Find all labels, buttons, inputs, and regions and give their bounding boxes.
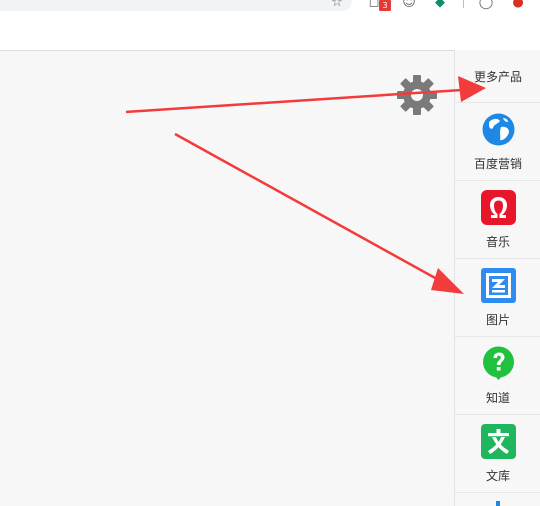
image-icon [481, 268, 516, 303]
vpn-icon[interactable]: ◆ [432, 0, 448, 10]
toolbar-divider [463, 0, 464, 8]
address-bar[interactable] [0, 0, 352, 11]
sidebar-item-label: 音乐 [485, 235, 510, 249]
star-icon[interactable]: ☆ [329, 0, 345, 10]
more-products-link[interactable]: 更多产品 [455, 50, 540, 103]
products-sidebar: 更多产品 百度营销 音乐 图片 知道 文库 [454, 50, 540, 506]
wenku-icon [481, 424, 516, 459]
profile-icon[interactable]: ◯ [478, 0, 494, 10]
globe-icon [482, 113, 515, 146]
question-icon [483, 346, 514, 380]
sidebar-item-marketing[interactable]: 百度营销 [455, 103, 540, 181]
emoji-icon[interactable]: ☺ [401, 0, 417, 10]
sidebar-item-zhidao[interactable]: 知道 [455, 337, 540, 415]
sidebar-item-images[interactable]: 图片 [455, 259, 540, 337]
extension-badge: 3 [379, 0, 391, 11]
music-omega-icon [481, 190, 516, 225]
sidebar-item-music[interactable]: 音乐 [455, 181, 540, 259]
next-item-icon [496, 501, 500, 506]
sidebar-item-label: 图片 [485, 313, 510, 327]
sidebar-item-label: 知道 [485, 391, 510, 405]
sidebar-item-label: 百度营销 [473, 157, 522, 171]
sidebar-item-wenku[interactable]: 文库 [455, 415, 540, 493]
sidebar-item-label: 文库 [485, 469, 510, 483]
update-icon[interactable]: ● [510, 0, 526, 10]
browser-toolbar: ☆ ◻ 3 ☺ ◆ ◯ ● [0, 0, 540, 51]
gear-icon[interactable] [396, 74, 438, 116]
